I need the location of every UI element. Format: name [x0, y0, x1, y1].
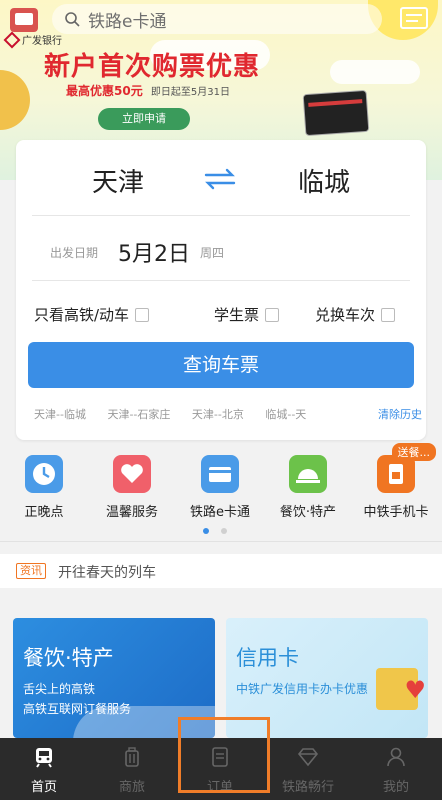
departure-date[interactable]: 5月2日: [118, 236, 190, 268]
divider: [32, 280, 410, 281]
history-item[interactable]: 临城--天: [265, 408, 306, 421]
search-history: 天津--临城 天津--石家庄 天津--北京 临城--天 清除历史: [34, 406, 422, 422]
heart-icon: [113, 455, 151, 493]
dish-icon: [289, 455, 327, 493]
weekday: 周四: [200, 246, 225, 260]
service-label: 正晚点: [24, 505, 64, 520]
news-text[interactable]: 开往春天的列车: [58, 562, 156, 582]
service-food[interactable]: 餐饮·特产: [268, 455, 348, 520]
option-label: 学生票: [214, 306, 260, 324]
service-delay-status[interactable]: 正晚点: [4, 455, 84, 520]
bank-logo: 广发银行: [3, 31, 62, 48]
service-grid: 正晚点 温馨服务 铁路e卡通 餐饮·特产 中铁手机卡 送餐...: [0, 443, 442, 537]
service-label: 餐饮·特产: [279, 505, 337, 520]
page-dot: [221, 528, 227, 534]
diamond-icon: [297, 748, 319, 767]
history-item[interactable]: 天津--北京: [192, 408, 244, 421]
card-icon: [201, 455, 239, 493]
highlight-box: [178, 717, 270, 793]
option-label: 只看高铁/动车: [34, 306, 130, 324]
divider: [0, 541, 442, 542]
ticket-search-card: 天津 临城 出发日期 5月2日 周四 只看高铁/动车 学生票 兑换车次 查询车票…: [16, 140, 426, 440]
page-indicator: [203, 528, 227, 534]
history-item[interactable]: 天津--临城: [34, 408, 86, 421]
query-tickets-button[interactable]: 查询车票: [28, 342, 414, 388]
tab-label: 商旅: [118, 780, 145, 795]
option-exchange[interactable]: 兑换车次: [315, 304, 396, 325]
service-label: 铁路e卡通: [190, 505, 250, 520]
option-high-speed[interactable]: 只看高铁/动车: [34, 304, 150, 325]
divider: [32, 215, 410, 216]
news-tag: 资讯: [16, 563, 46, 579]
cloud-decoration: [330, 60, 420, 84]
to-city[interactable]: 临城: [298, 162, 350, 199]
promo-card-line: 舌尖上的高铁: [23, 682, 96, 696]
banner-discount: 最高优惠50元: [66, 84, 143, 98]
tab-business-travel[interactable]: 商旅: [88, 738, 176, 800]
bank-mark-icon: [3, 31, 21, 48]
banner-period: 即日起至5月31日: [150, 87, 230, 98]
page-dot-active: [203, 528, 209, 534]
tab-label: 我的: [382, 780, 409, 795]
credit-card-image: [302, 89, 370, 137]
news-ticker[interactable]: 资讯 开往春天的列车: [0, 554, 442, 588]
promo-card-title: 餐饮·特产: [23, 646, 114, 670]
service-care[interactable]: 温馨服务: [92, 455, 172, 520]
swap-icon[interactable]: [202, 168, 238, 190]
history-item[interactable]: 天津--石家庄: [107, 408, 170, 421]
promo-card-line: 中铁广发信用卡办卡优惠: [236, 682, 369, 696]
banner-subtitle: 最高优惠50元 即日起至5月31日: [66, 82, 230, 99]
clock-icon: [25, 455, 63, 493]
leaf-decoration: [0, 70, 30, 130]
luggage-icon: [125, 747, 139, 767]
date-label: 出发日期: [50, 246, 99, 260]
apply-button[interactable]: 立即申请: [98, 108, 190, 130]
tab-mine[interactable]: 我的: [352, 738, 440, 800]
tab-home[interactable]: 首页: [0, 738, 88, 800]
message-icon[interactable]: [398, 4, 430, 32]
student-checkbox[interactable]: [265, 307, 280, 322]
search-placeholder: 铁路e卡通: [88, 11, 167, 32]
promo-badge: 送餐...: [391, 443, 436, 461]
service-sim-card[interactable]: 中铁手机卡: [356, 455, 436, 520]
search-bar[interactable]: 铁路e卡通: [52, 4, 382, 34]
clear-history-button[interactable]: 清除历史: [378, 406, 422, 422]
banner-title: 新户首次购票优惠: [44, 52, 261, 82]
search-icon: [65, 12, 80, 27]
from-city[interactable]: 天津: [92, 162, 144, 199]
bank-name: 广发银行: [22, 36, 62, 47]
option-student[interactable]: 学生票: [214, 304, 280, 325]
tab-railway-pass[interactable]: 铁路畅行: [264, 738, 352, 800]
promo-card-title: 信用卡: [236, 646, 299, 670]
tab-label: 铁路畅行: [281, 780, 334, 795]
service-label: 中铁手机卡: [363, 505, 429, 520]
user-icon: [387, 747, 405, 767]
high-speed-checkbox[interactable]: [135, 307, 150, 322]
option-label: 兑换车次: [315, 306, 376, 324]
service-label: 温馨服务: [105, 505, 158, 520]
tab-label: 首页: [30, 780, 57, 795]
exchange-checkbox[interactable]: [381, 307, 396, 322]
service-ecard[interactable]: 铁路e卡通: [180, 455, 260, 520]
heart-icon: ♥: [404, 676, 426, 704]
train-icon: [36, 748, 52, 768]
